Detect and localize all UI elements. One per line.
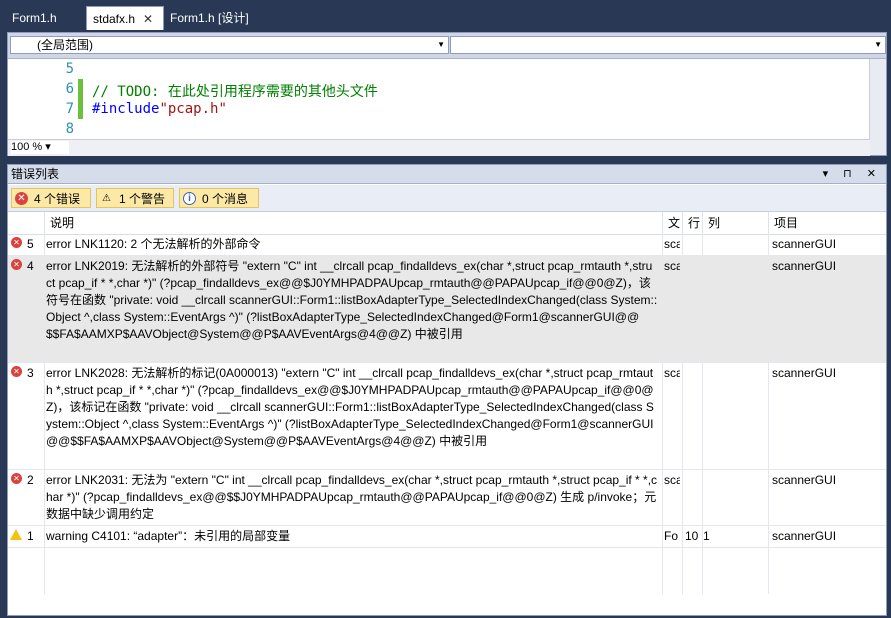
table-row[interactable]: ✕ 3 error LNK2028: 无法解析的标记(0A000013) "ex… xyxy=(8,363,886,470)
close-icon[interactable]: ✕ xyxy=(143,12,153,26)
error-icon: ✕ xyxy=(11,473,22,484)
error-icon: ✕ xyxy=(11,237,22,248)
change-marker xyxy=(78,79,83,119)
warning-icon: ⚠ xyxy=(102,193,111,204)
column-header-column[interactable]: 列 xyxy=(702,212,768,234)
warning-icon xyxy=(10,529,22,540)
warnings-filter-button[interactable]: ⚠ 1 个警告 xyxy=(96,188,174,208)
horizontal-scrollbar[interactable]: 100 % ▾ xyxy=(8,139,870,156)
error-icon: ✕ xyxy=(11,366,22,377)
code-editor: (全局范围) ▼ ▼ 5 6 7 8 // TODO: 在此处引用程序需要的其他头… xyxy=(7,32,887,156)
column-header-file[interactable]: 文 xyxy=(662,212,682,234)
window-buttons[interactable]: ▾ ⊓ ✕ xyxy=(823,165,882,184)
document-tab-bar: Form1.h stdafx.h ✕ Form1.h [设计] xyxy=(0,0,891,30)
chevron-down-icon: ▼ xyxy=(437,40,445,49)
error-icon: ✕ xyxy=(11,259,22,270)
zoom-dropdown[interactable]: 100 % ▾ xyxy=(11,141,69,154)
info-icon: i xyxy=(183,192,196,205)
column-header-line[interactable]: 行 xyxy=(682,212,702,234)
tab-stdafx-h[interactable]: stdafx.h ✕ xyxy=(86,6,164,30)
error-rows: ✕ 5 error LNK1120: 2 个无法解析的外部命令 sca scan… xyxy=(8,234,886,594)
table-row[interactable]: ✕ 5 error LNK1120: 2 个无法解析的外部命令 sca scan… xyxy=(8,234,886,256)
tab-form1-h-design[interactable]: Form1.h [设计] xyxy=(164,6,264,30)
filter-toolbar: ✕ 4 个错误 ⚠ 1 个警告 i 0 个消息 xyxy=(8,185,886,212)
table-row[interactable]: ✕ 4 error LNK2019: 无法解析的外部符号 "extern "C"… xyxy=(8,256,886,363)
error-list-title: 错误列表 ▾ ⊓ ✕ xyxy=(8,165,886,184)
chevron-down-icon: ▼ xyxy=(874,40,882,49)
line-number: 8 xyxy=(65,121,74,137)
tab-form1-h[interactable]: Form1.h xyxy=(6,6,86,30)
member-dropdown[interactable]: ▼ xyxy=(450,36,886,54)
vertical-scrollbar[interactable] xyxy=(869,59,886,155)
column-header-description[interactable]: 说明 xyxy=(44,212,662,234)
error-icon: ✕ xyxy=(15,192,28,205)
line-number: 6 xyxy=(65,81,74,97)
navigation-bar: (全局范围) ▼ ▼ xyxy=(8,33,886,59)
errors-filter-button[interactable]: ✕ 4 个错误 xyxy=(11,188,91,208)
table-row[interactable]: ✕ 2 error LNK2031: 无法为 "extern "C" int _… xyxy=(8,470,886,526)
error-list-window: 错误列表 ▾ ⊓ ✕ ✕ 4 个错误 ⚠ 1 个警告 i 0 个消息 说明 文 … xyxy=(7,164,887,616)
column-header-project[interactable]: 项目 xyxy=(768,212,886,234)
scope-dropdown[interactable]: (全局范围) ▼ xyxy=(10,36,449,54)
table-row[interactable]: 1 warning C4101: “adapter”：未引用的局部变量 Fo 1… xyxy=(8,526,886,548)
error-list-header: 说明 文 行 列 项目 xyxy=(8,212,886,235)
code-area[interactable]: 5 6 7 8 // TODO: 在此处引用程序需要的其他头文件 #includ… xyxy=(8,59,870,139)
line-number: 5 xyxy=(65,61,74,77)
messages-filter-button[interactable]: i 0 个消息 xyxy=(179,188,259,208)
line-number: 7 xyxy=(65,101,74,117)
code-line-6[interactable]: // TODO: 在此处引用程序需要的其他头文件 xyxy=(92,81,378,101)
code-line-7[interactable]: #include"pcap.h" xyxy=(92,101,227,117)
